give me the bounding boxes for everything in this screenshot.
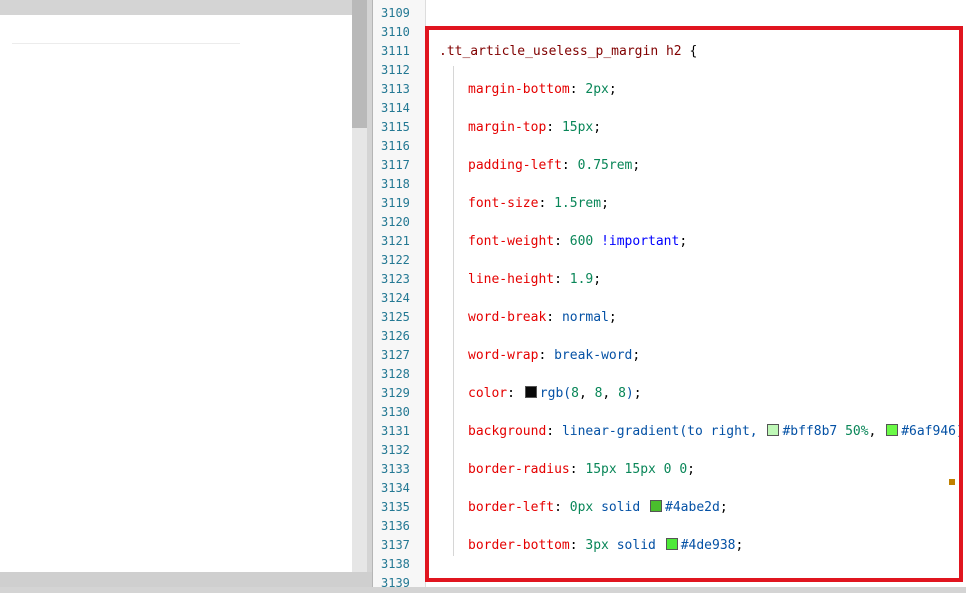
line-number: 3136 bbox=[381, 519, 410, 533]
left-panel bbox=[0, 15, 352, 572]
line-number: 3111 bbox=[381, 44, 410, 58]
line-number: 3121 bbox=[381, 234, 410, 248]
line-number: 3112 bbox=[381, 63, 410, 77]
line-number: 3137 bbox=[381, 538, 410, 552]
line-number: 3115 bbox=[381, 120, 410, 134]
line-number: 3134 bbox=[381, 481, 410, 495]
left-panel-divider bbox=[12, 43, 240, 44]
line-number: 3113 bbox=[381, 82, 410, 96]
line-number: 3126 bbox=[381, 329, 410, 343]
line-number: 3109 bbox=[381, 6, 410, 20]
line-number: 3125 bbox=[381, 310, 410, 324]
line-number: 3132 bbox=[381, 443, 410, 457]
line-number: 3118 bbox=[381, 177, 410, 191]
line-number: 3131 bbox=[381, 424, 410, 438]
line-number: 3116 bbox=[381, 139, 410, 153]
line-number: 3139 bbox=[381, 576, 410, 590]
line-number: 3128 bbox=[381, 367, 410, 381]
line-number: 3129 bbox=[381, 386, 410, 400]
line-number: 3114 bbox=[381, 101, 410, 115]
line-number: 3110 bbox=[381, 25, 410, 39]
highlight-annotation-box bbox=[425, 26, 963, 582]
horizontal-scrollbar[interactable] bbox=[0, 572, 372, 587]
line-number: 3119 bbox=[381, 196, 410, 210]
line-number: 3127 bbox=[381, 348, 410, 362]
left-scrollbar-thumb[interactable] bbox=[352, 0, 367, 128]
line-number: 3138 bbox=[381, 557, 410, 571]
line-number: 3130 bbox=[381, 405, 410, 419]
line-number: 3124 bbox=[381, 291, 410, 305]
line-number: 3133 bbox=[381, 462, 410, 476]
line-number: 3123 bbox=[381, 272, 410, 286]
line-number: 3117 bbox=[381, 158, 410, 172]
line-number: 3122 bbox=[381, 253, 410, 267]
line-number: 3120 bbox=[381, 215, 410, 229]
line-number: 3135 bbox=[381, 500, 410, 514]
